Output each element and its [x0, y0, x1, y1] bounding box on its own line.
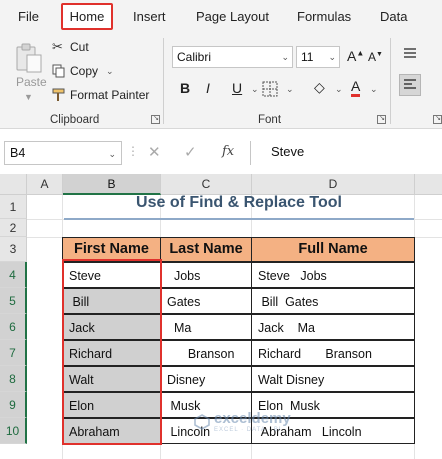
name-box-value: B4 [10, 146, 26, 160]
cut-label: Cut [70, 40, 89, 54]
watermark-name: exceldemy [214, 410, 291, 427]
underline-dropdown-icon[interactable]: ⌄ [251, 84, 259, 95]
header-full-name[interactable]: Full Name [251, 237, 415, 262]
ribbon-tab-bar: File Home Insert Page Layout Formulas Da… [0, 0, 442, 34]
selection-highlight-box [62, 259, 162, 445]
cell-d7[interactable]: Richard Branson [251, 340, 415, 366]
cell-c8[interactable]: Disney [160, 366, 252, 392]
column-header-b[interactable]: B [63, 174, 161, 195]
ribbon-divider [163, 38, 164, 124]
sheet-title[interactable]: Use of Find & Replace Tool [64, 194, 414, 212]
tab-page-layout[interactable]: Page Layout [196, 9, 269, 24]
paintbrush-icon [52, 88, 65, 101]
increase-font-icon[interactable]: A▲ [347, 48, 364, 64]
borders-dropdown-icon[interactable]: ⌄ [286, 84, 294, 95]
align-left-button[interactable] [399, 74, 421, 96]
font-color-button[interactable]: A [351, 78, 361, 97]
tab-data[interactable]: Data [380, 9, 407, 24]
select-all-corner[interactable] [0, 174, 27, 195]
paste-icon[interactable] [14, 42, 44, 74]
row-header-4[interactable]: 4 [0, 262, 27, 288]
font-launcher-icon[interactable]: ↘ [377, 115, 386, 124]
borders-icon[interactable] [262, 81, 278, 97]
check-icon[interactable]: ✓ [184, 143, 197, 161]
row-header-3[interactable]: 3 [0, 237, 27, 262]
copy-dropdown-icon[interactable]: ⌄ [106, 66, 114, 77]
name-box[interactable]: B4 ⌄ [4, 141, 122, 165]
cell-d5[interactable]: Bill Gates [251, 288, 415, 314]
cell-c4[interactable]: Jobs [160, 262, 252, 288]
column-header-e[interactable] [415, 174, 442, 195]
formula-controls: ✕ ✓ fx [138, 141, 246, 165]
bold-button[interactable]: B [180, 80, 190, 96]
formula-value: Steve [271, 144, 305, 159]
alignment-launcher-icon[interactable]: ↘ [433, 115, 442, 124]
watermark: exceldemy EXCEL · DATA · BI [194, 410, 291, 433]
column-header-c[interactable]: C [161, 174, 252, 195]
ribbon-divider [390, 38, 391, 124]
underline-button[interactable]: U [232, 80, 242, 96]
cell-d6[interactable]: Jack Ma [251, 314, 415, 340]
format-painter-button[interactable]: Format Painter [52, 88, 149, 102]
column-header-a[interactable]: A [27, 174, 63, 195]
tab-home[interactable]: Home [61, 3, 113, 30]
fill-color-dropdown-icon[interactable]: ⌄ [335, 84, 343, 95]
insert-function-button[interactable]: fx [222, 144, 234, 159]
cell-c5[interactable]: Gates [160, 288, 252, 314]
copy-icon [52, 64, 65, 78]
chevron-down-icon: ⌄ [328, 52, 336, 62]
cell-c6[interactable]: Ma [160, 314, 252, 340]
row-header-7[interactable]: 7 [0, 340, 27, 366]
align-top-icon[interactable] [402, 46, 418, 62]
tab-insert[interactable]: Insert [133, 9, 166, 24]
align-left-icon [404, 79, 416, 89]
paste-label[interactable]: Paste [16, 75, 47, 89]
row-header-8[interactable]: 8 [0, 366, 27, 392]
copy-button[interactable]: Copy ⌄ [52, 64, 114, 78]
cell-d4[interactable]: Steve Jobs [251, 262, 415, 288]
cancel-icon[interactable]: ✕ [148, 143, 161, 161]
cell-c7[interactable]: Branson [160, 340, 252, 366]
font-name-select[interactable]: Calibri ⌄ [172, 46, 293, 68]
chevron-down-icon: ⌄ [108, 149, 116, 159]
italic-button[interactable]: I [206, 80, 210, 96]
font-color-dropdown-icon[interactable]: ⌄ [370, 84, 378, 95]
paste-dropdown-icon[interactable]: ▼ [24, 92, 33, 102]
row-header-10[interactable]: 10 [0, 418, 27, 444]
font-size-value: 11 [301, 50, 314, 64]
row-header-9[interactable]: 9 [0, 392, 27, 418]
clipboard-launcher-icon[interactable]: ↘ [151, 115, 160, 124]
chevron-down-icon: ⌄ [281, 52, 289, 62]
copy-label: Copy [70, 64, 99, 78]
header-last-name[interactable]: Last Name [160, 237, 252, 262]
row-header-6[interactable]: 6 [0, 314, 27, 340]
title-underline [64, 218, 414, 220]
row-header-2[interactable]: 2 [0, 219, 27, 237]
tab-formulas[interactable]: Formulas [297, 9, 351, 24]
font-size-select[interactable]: 11 ⌄ [296, 46, 340, 68]
font-name-value: Calibri [177, 50, 212, 64]
column-header-d[interactable]: D [252, 174, 415, 195]
exceldemy-logo-icon [194, 413, 210, 430]
cut-button[interactable]: ✂ Cut [52, 39, 89, 55]
fill-color-icon[interactable]: ◇ [314, 79, 325, 96]
watermark-sub: EXCEL · DATA · BI [214, 427, 282, 433]
format-painter-label: Format Painter [70, 88, 150, 102]
row-header-1[interactable]: 1 [0, 195, 27, 219]
clipboard-group-label: Clipboard [50, 114, 100, 126]
tab-file[interactable]: File [18, 9, 39, 24]
cell-d8[interactable]: Walt Disney [251, 366, 415, 392]
font-group-label: Font [258, 114, 282, 126]
formula-input[interactable]: Steve [250, 141, 442, 165]
formula-bar: B4 ⌄ ⋮ ✕ ✓ fx Steve [0, 136, 442, 170]
ribbon: Paste ▼ ✂ Cut Copy ⌄ Format Painter Clip… [0, 34, 442, 129]
decrease-font-icon[interactable]: A▼ [368, 50, 383, 64]
scissors-icon: ✂ [52, 39, 63, 54]
row-header-5[interactable]: 5 [0, 288, 27, 314]
